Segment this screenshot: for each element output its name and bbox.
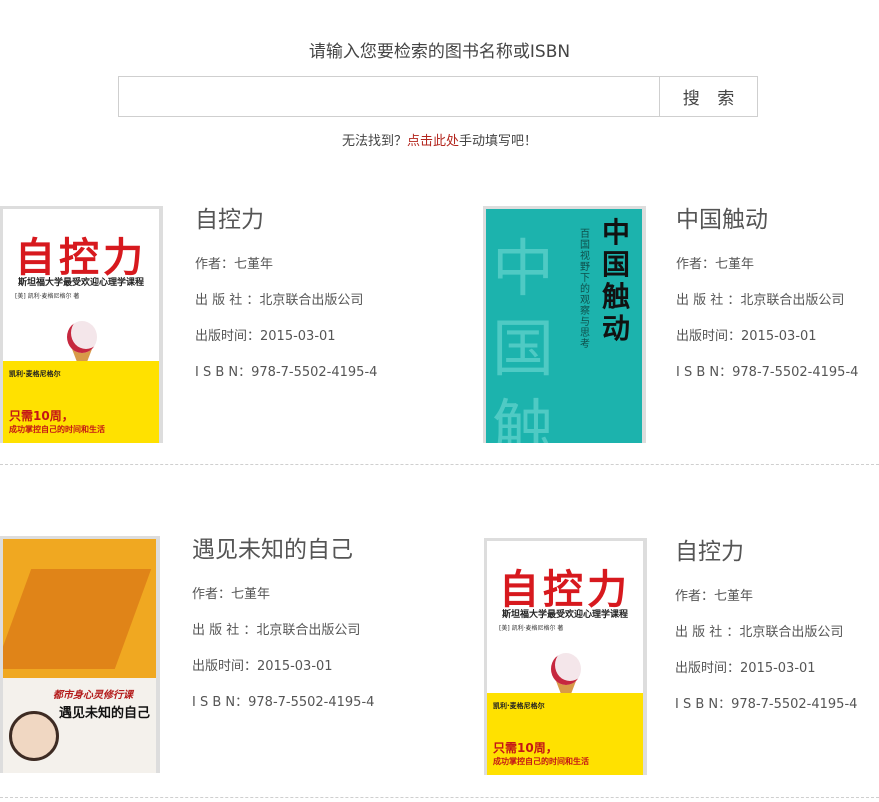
divider [0,797,879,798]
ice-cream-scoop [67,321,97,353]
ice-cream-scoop [551,653,581,685]
book-author: 作者：七堇年 [192,587,271,602]
book-publisher: 出 版 社 ：北京联合出版公司 [675,625,844,640]
book-info: 遇见未知的自己 作者：七堇年 出 版 社 ：北京联合出版公司 出版时间：2015… [192,536,374,730]
book-cover[interactable]: 自控力 斯坦福大学最受欢迎心理学课程 [美] 凯利·麦格尼格尔 著 凯利·麦格尼… [484,538,647,775]
book-date: 出版时间：2015-03-01 [192,659,333,674]
book-card[interactable]: 都市身心灵修行课 遇见未知的自己 遇见未知的自己 作者：七堇年 出 版 社 ：北… [0,536,420,776]
book-isbn: I S B N：978-7-5502-4195-4 [195,365,378,380]
cover-subtitle: 斯坦福大学最受欢迎心理学课程 [501,610,628,620]
book-cover[interactable]: 中国触动 百国视野下的观察与思考 中国触动 [483,206,646,443]
book-isbn: I S B N：978-7-5502-4195-4 [192,695,375,710]
book-date: 出版时间：2015-03-01 [675,661,816,676]
author-portrait [9,711,59,761]
book-title[interactable]: 中国触动 [676,206,858,234]
book-info: 中国触动 作者：七堇年 出 版 社 ：北京联合出版公司 出版时间：2015-03… [676,206,858,400]
not-found-hint: 无法找到？点击此处手动填写吧！ [0,130,879,149]
cover-banner-author: 凯利·麦格尼格尔 [493,702,545,710]
cover-title: 遇见未知的自己 [59,706,151,721]
cover-banner-headline: 只需10周， [493,741,558,755]
divider [0,464,879,465]
book-date: 出版时间：2015-03-01 [195,329,336,344]
book-author: 作者：七堇年 [195,257,274,272]
book-card[interactable]: 自控力 斯坦福大学最受欢迎心理学课程 [美] 凯利·麦格尼格尔 著 凯利·麦格尼… [484,538,879,778]
book-publisher: 出 版 社 ：北京联合出版公司 [195,293,364,308]
book-publisher: 出 版 社 ：北京联合出版公司 [676,293,845,308]
cover-banner-tagline: 成功掌控自己的时间和生活 [493,757,589,766]
manual-entry-link[interactable]: 点击此处 [407,134,459,149]
book-publisher: 出 版 社 ：北京联合出版公司 [192,623,361,638]
not-found-suffix: 手动填写吧！ [459,134,538,149]
book-title[interactable]: 自控力 [675,538,857,566]
cover-banner-tagline: 成功掌控自己的时间和生活 [9,425,105,434]
not-found-prefix: 无法找到？ [341,134,407,149]
book-date: 出版时间：2015-03-01 [676,329,817,344]
book-title[interactable]: 自控力 [195,206,377,234]
book-cover[interactable]: 自控力 斯坦福大学最受欢迎心理学课程 [美] 凯利·麦格尼格尔 著 凯利·麦格尼… [0,206,163,443]
book-author: 作者：七堇年 [676,257,755,272]
cover-subtitle: 百国视野下的观察与思考 [580,229,590,350]
cover-author: [美] 凯利·麦格尼格尔 著 [15,293,80,300]
book-isbn: I S B N：978-7-5502-4195-4 [676,365,859,380]
cover-title: 中国触动 [601,216,630,345]
cover-banner-headline: 只需10周， [9,409,74,423]
book-info: 自控力 作者：七堇年 出 版 社 ：北京联合出版公司 出版时间：2015-03-… [675,538,857,732]
book-author: 作者：七堇年 [675,589,754,604]
book-isbn: I S B N：978-7-5502-4195-4 [675,697,858,712]
search-button[interactable]: 搜 索 [659,77,757,116]
book-cover[interactable]: 都市身心灵修行课 遇见未知的自己 [0,536,160,773]
book-card[interactable]: 自控力 斯坦福大学最受欢迎心理学课程 [美] 凯利·麦格尼格尔 著 凯利·麦格尼… [0,206,420,446]
cover-author: [美] 凯利·麦格尼格尔 著 [499,625,564,632]
search-input[interactable] [119,77,659,116]
search-bar: 搜 索 [118,76,758,117]
search-prompt: 请输入您要检索的图书名称或ISBN [308,42,571,62]
cover-watermark-text: 中国触动 [492,232,555,443]
cover-illustration [3,569,152,669]
cover-subtitle: 斯坦福大学最受欢迎心理学课程 [17,278,144,288]
cover-banner-author: 凯利·麦格尼格尔 [9,370,61,378]
book-card[interactable]: 中国触动 百国视野下的观察与思考 中国触动 中国触动 作者：七堇年 出 版 社 … [483,206,879,446]
book-info: 自控力 作者：七堇年 出 版 社 ：北京联合出版公司 出版时间：2015-03-… [195,206,377,400]
cover-series: 都市身心灵修行课 [53,690,133,701]
book-title[interactable]: 遇见未知的自己 [192,536,374,564]
